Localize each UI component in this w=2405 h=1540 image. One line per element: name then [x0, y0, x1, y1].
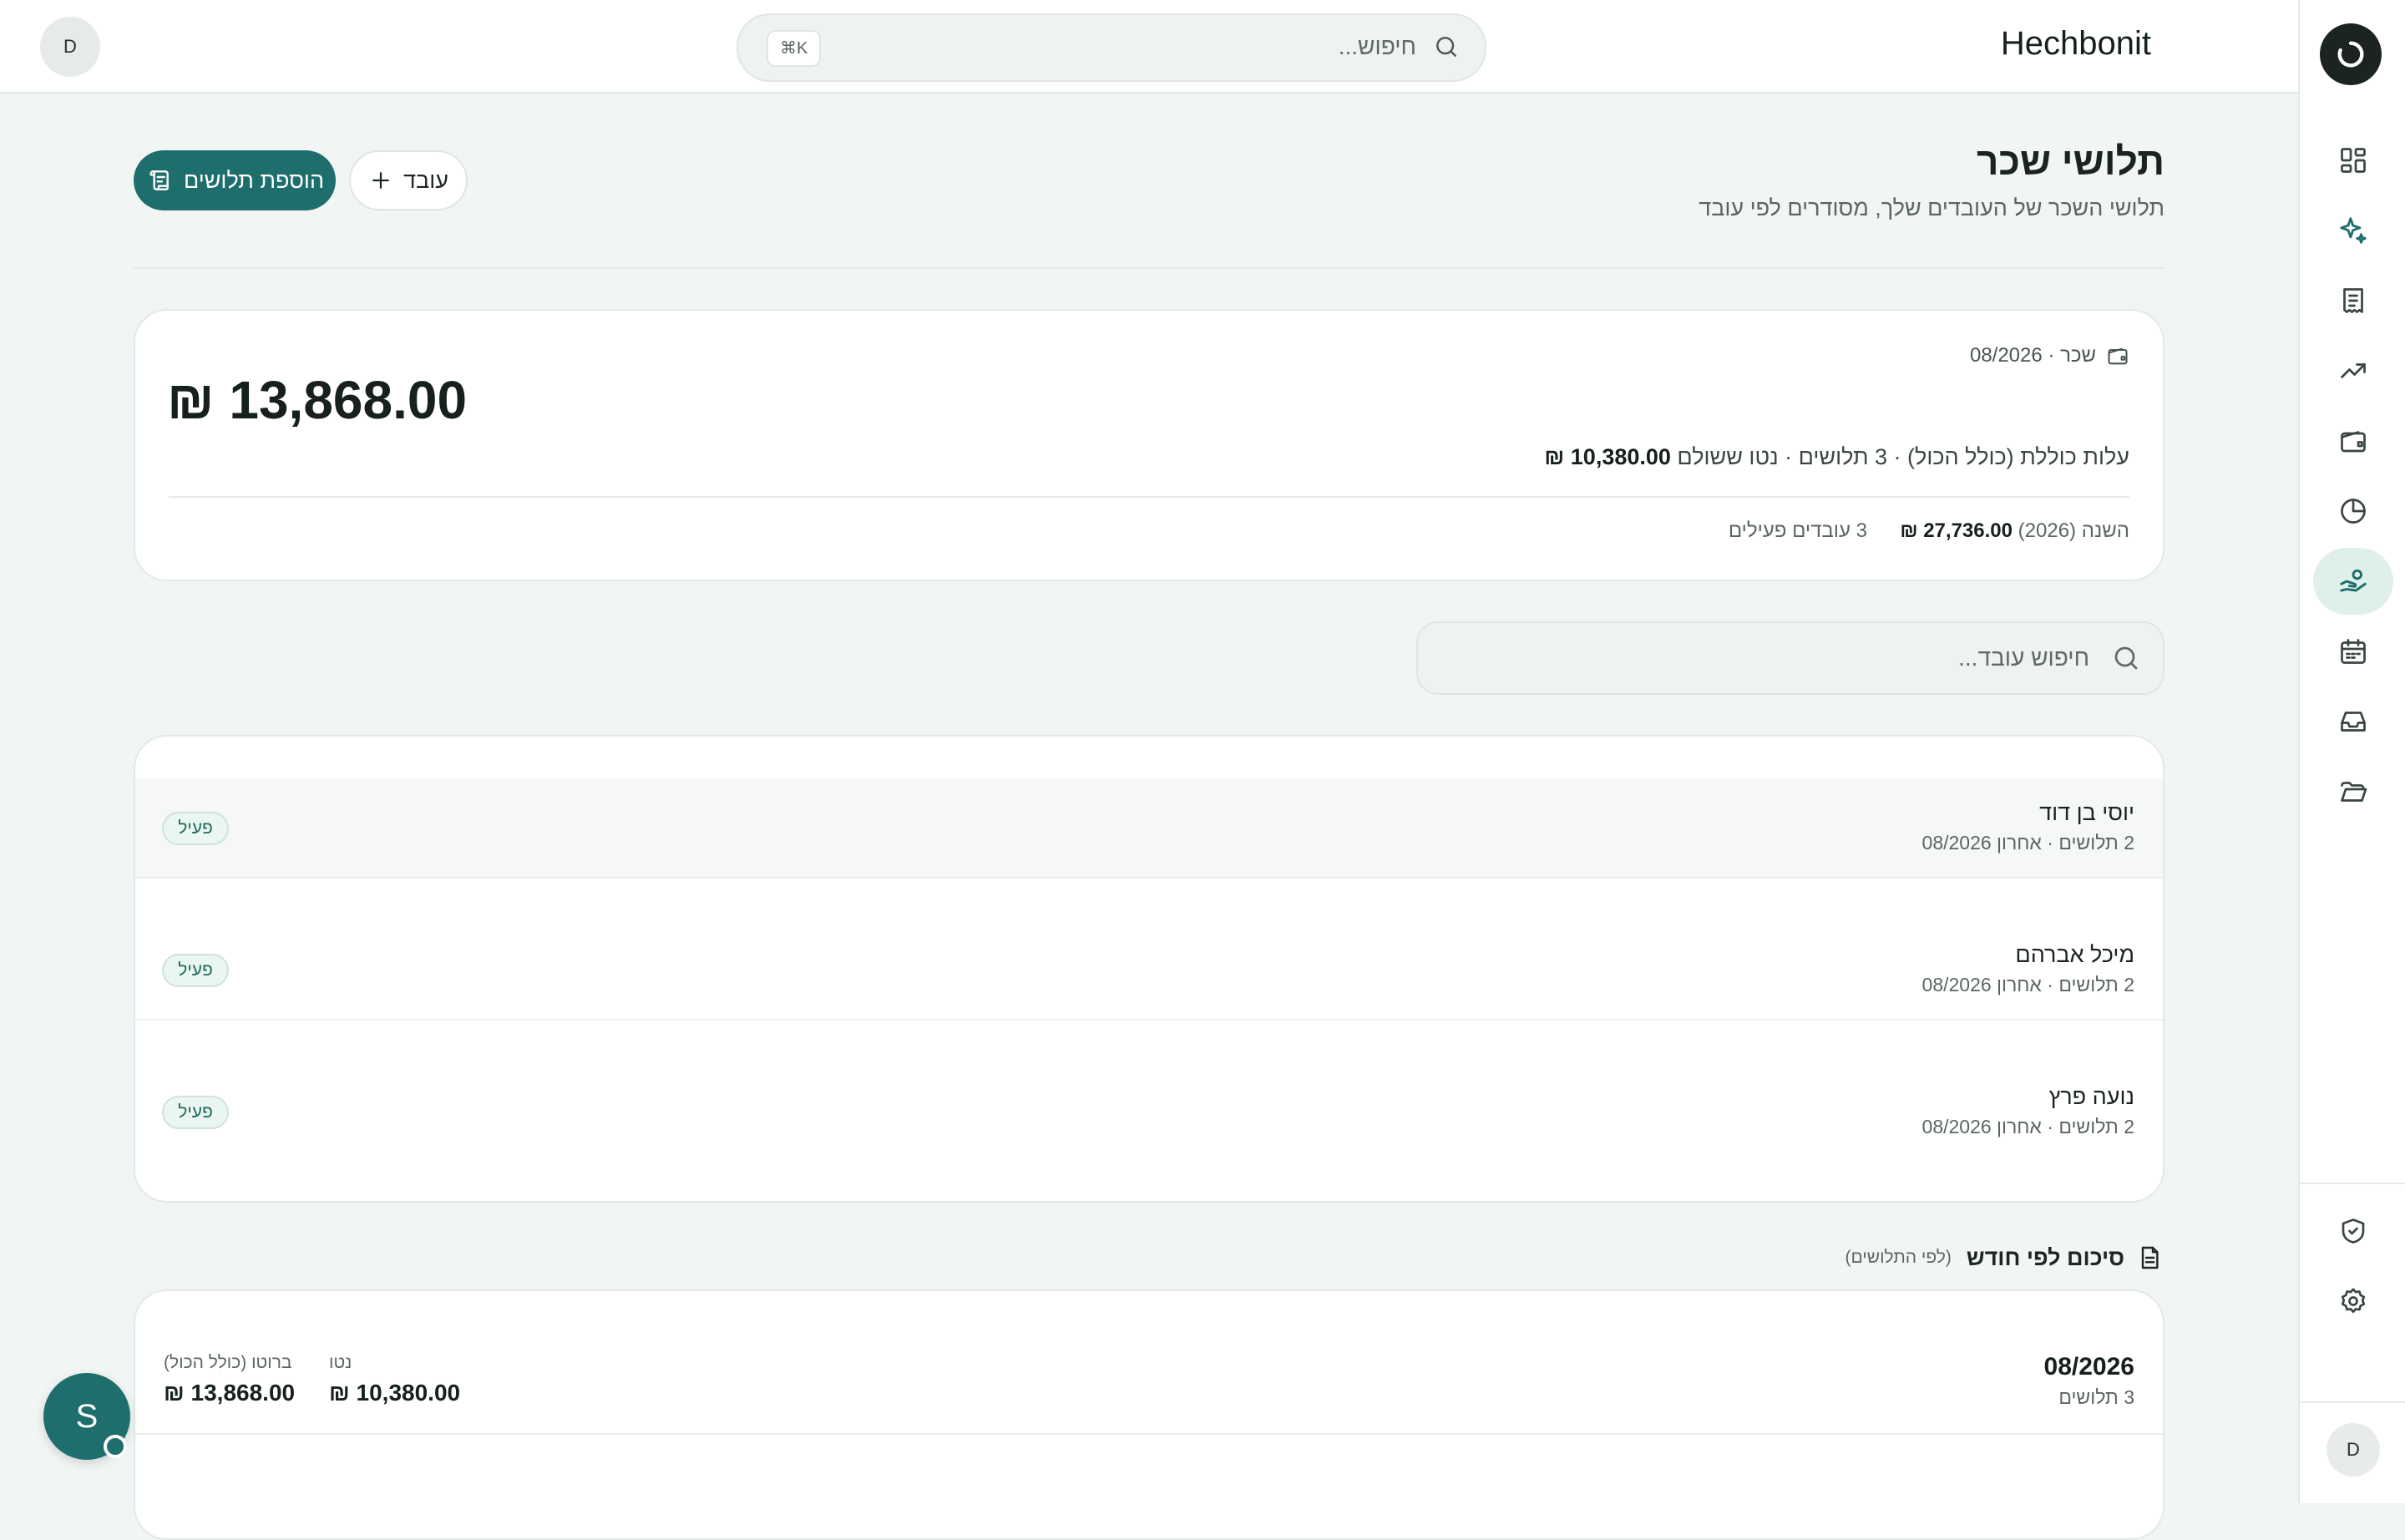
- hand-coins-icon[interactable]: [2313, 548, 2393, 615]
- monthly-summary-subtitle: (לפי התלושים): [1845, 1248, 1952, 1267]
- plus-icon: [368, 168, 393, 193]
- month-net-label: נטו: [329, 1353, 352, 1372]
- summary-total-cost: ₪ 13,868.00: [167, 370, 468, 430]
- month-gross-value: ₪ 13,868.00: [164, 1380, 296, 1406]
- rail-divider: [2300, 1183, 2405, 1184]
- global-search-placeholder: חיפוש...: [1338, 33, 1416, 59]
- summary-details: עלות כוללת (כולל הכול) · 3 תלושים · נטו …: [1544, 444, 2129, 470]
- calendar-icon[interactable]: [2313, 618, 2393, 685]
- trending-up-icon[interactable]: [2313, 337, 2393, 404]
- add-employee-button[interactable]: עובד: [349, 150, 468, 210]
- month-gross-label: ברוטו (כולל הכול): [164, 1353, 292, 1372]
- monthly-summary-card: 08/2026 3 תלושים נטו ₪ 10,380.00 ברוטו (…: [134, 1289, 2164, 1540]
- summary-details-text: עלות כוללת (כולל הכול) · 3 תלושים · נטו …: [1677, 444, 2129, 469]
- pie-chart-icon[interactable]: [2313, 478, 2393, 545]
- page-title: תלושי שכר: [1977, 139, 2164, 183]
- dashboard-grid-icon[interactable]: [2313, 127, 2393, 194]
- top-bar: Hechbonit חיפוש... ⌘K D: [0, 0, 2298, 94]
- employee-row[interactable]: מיכל אברהם 2 תלושים · אחרון 08/2026 פעיל: [135, 920, 2163, 1021]
- rail-divider-bottom: [2300, 1401, 2405, 1403]
- global-search-input[interactable]: חיפוש... ⌘K: [737, 13, 1486, 82]
- summary-period-label: שכר · 08/2026: [1969, 344, 2096, 367]
- employee-meta: 2 תלושים · אחרון 08/2026: [1921, 1116, 2134, 1137]
- summary-year-total: ₪ 27,736.00: [1900, 519, 2013, 542]
- search-icon: [2111, 643, 2141, 673]
- rail-user-avatar[interactable]: D: [2327, 1423, 2380, 1477]
- month-payslip-count: 3 תלושים: [2058, 1386, 2134, 1408]
- side-rail: D: [2298, 0, 2405, 1503]
- brand-name[interactable]: Hechbonit: [2001, 25, 2151, 63]
- settings-gear-icon[interactable]: [2313, 1268, 2393, 1335]
- wallet-icon[interactable]: [2313, 408, 2393, 474]
- employee-name: נועה פרץ: [2048, 1084, 2134, 1109]
- receipt-icon[interactable]: [2313, 267, 2393, 334]
- inbox-icon[interactable]: [2313, 688, 2393, 755]
- status-badge: פעיל: [162, 812, 229, 845]
- scroll-document-icon: [145, 167, 172, 194]
- employee-row[interactable]: נועה פרץ 2 תלושים · אחרון 08/2026 פעיל: [135, 1062, 2163, 1161]
- month-period: 08/2026: [2043, 1353, 2134, 1380]
- shield-check-icon[interactable]: [2313, 1198, 2393, 1264]
- search-icon: [1433, 33, 1460, 60]
- month-net-value: ₪ 10,380.00: [329, 1380, 461, 1406]
- page-subtitle: תלושי השכר של העובדים שלך, מסודרים לפי ע…: [1699, 195, 2164, 220]
- wallet-icon: [2106, 344, 2129, 367]
- employee-search-input[interactable]: חיפוש עובד...: [1416, 621, 2164, 695]
- employee-meta: 2 תלושים · אחרון 08/2026: [1921, 974, 2134, 995]
- employee-row[interactable]: יוסי בן דוד 2 תלושים · אחרון 08/2026 פעי…: [135, 778, 2163, 879]
- employee-list: יוסי בן דוד 2 תלושים · אחרון 08/2026 פעי…: [134, 735, 2164, 1203]
- salary-summary-card: שכר · 08/2026 ₪ 13,868.00 עלות כוללת (כו…: [134, 309, 2164, 581]
- app-logo-icon[interactable]: [2320, 23, 2382, 85]
- folder-open-icon[interactable]: [2313, 758, 2393, 825]
- keyboard-shortcut-hint: ⌘K: [767, 30, 822, 67]
- add-payslips-button[interactable]: הוספת תלושים: [134, 150, 336, 210]
- add-employee-label: עובד: [403, 167, 448, 193]
- online-status-dot: [104, 1435, 127, 1458]
- employee-meta: 2 תלושים · אחרון 08/2026: [1921, 832, 2134, 854]
- add-payslips-label: הוספת תלושים: [183, 167, 325, 193]
- summary-year: השנה (2026) ₪ 27,736.00: [1900, 519, 2129, 543]
- employee-search-placeholder: חיפוש עובד...: [1958, 645, 2089, 671]
- header-divider: [134, 267, 2164, 269]
- status-badge: פעיל: [162, 1096, 229, 1129]
- summary-active-employees: 3 עובדים פעילים: [1728, 519, 1867, 542]
- employee-name: יוסי בן דוד: [2039, 800, 2134, 825]
- user-avatar[interactable]: D: [40, 17, 100, 77]
- summary-period: שכר · 08/2026: [1970, 344, 2129, 367]
- summary-divider: [169, 496, 2129, 498]
- monthly-summary-header: סיכום לפי חודש (לפי התלושים): [1845, 1244, 2163, 1271]
- monthly-summary-title: סיכום לפי חודש: [1966, 1244, 2124, 1270]
- summary-net-paid: ₪ 10,380.00: [1544, 444, 1671, 469]
- monthly-row-divider: [135, 1433, 2163, 1435]
- document-icon: [2136, 1244, 2163, 1271]
- status-badge: פעיל: [162, 954, 229, 987]
- sparkles-icon[interactable]: [2313, 197, 2393, 264]
- summary-year-label: השנה (2026): [2018, 519, 2129, 542]
- monthly-row[interactable]: 08/2026 3 תלושים נטו ₪ 10,380.00 ברוטו (…: [135, 1291, 2163, 1433]
- employee-name: מיכל אברהם: [2015, 942, 2134, 967]
